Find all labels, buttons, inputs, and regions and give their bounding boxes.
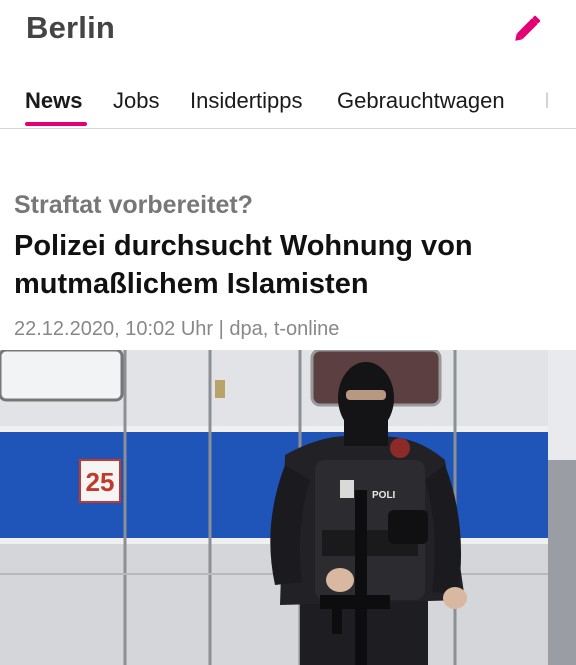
vest-label: POLI bbox=[372, 490, 396, 501]
article-headline[interactable]: Polizei durchsucht Wohnung von mutmaßlic… bbox=[14, 227, 562, 303]
tab-insidertipps[interactable]: Insidertipps bbox=[190, 88, 303, 114]
article-kicker: Straftat vorbereitet? bbox=[14, 191, 253, 219]
top-bar: Berlin bbox=[0, 0, 576, 58]
tab-next-partial[interactable]: I bbox=[544, 88, 550, 114]
article-meta: 22.12.2020, 10:02 Uhr | dpa, t-online bbox=[14, 318, 340, 340]
tab-gebrauchtwagen[interactable]: Gebrauchtwagen bbox=[337, 88, 505, 114]
category-tabs: News Jobs Insidertipps Gebrauchtwagen I bbox=[0, 76, 576, 129]
edit-button[interactable] bbox=[508, 8, 548, 48]
pencil-icon bbox=[515, 15, 541, 41]
tab-news[interactable]: News bbox=[25, 88, 82, 114]
page-title: Berlin bbox=[26, 10, 116, 45]
tab-jobs[interactable]: Jobs bbox=[113, 88, 159, 114]
tabs-fade-overlay bbox=[536, 76, 576, 128]
van-number: 25 bbox=[86, 467, 115, 497]
article-hero-image[interactable]: 25 POLI bbox=[0, 350, 576, 665]
active-tab-indicator bbox=[25, 122, 87, 126]
